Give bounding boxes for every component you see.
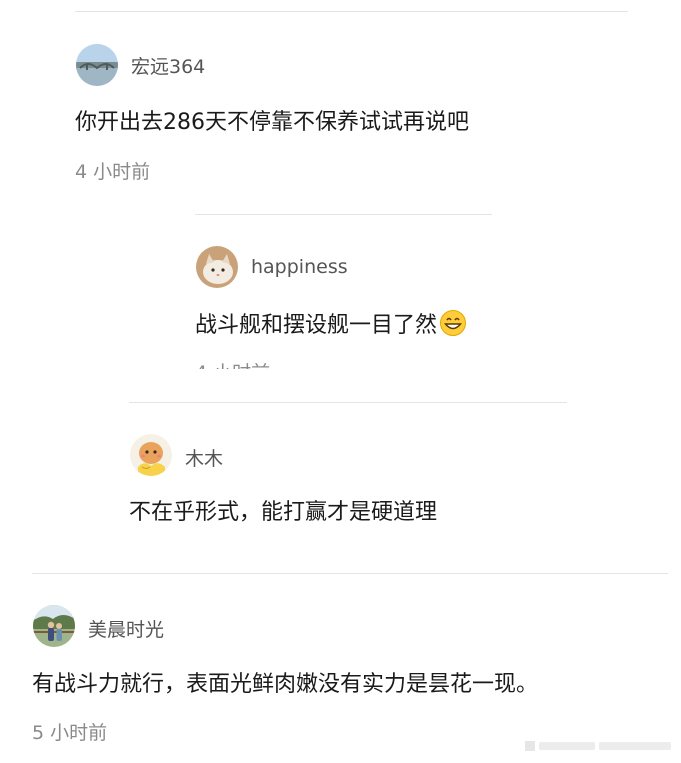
grinning-face-emoji-icon	[439, 309, 467, 343]
username[interactable]: 美晨时光	[88, 615, 164, 642]
timestamp-clip: 4 小时前	[195, 356, 395, 369]
username[interactable]: 木木	[185, 444, 223, 471]
username[interactable]: 宏远364	[131, 52, 205, 79]
comment-text: 你开出去286天不停靠不保养试试再说吧	[75, 110, 469, 135]
avatar[interactable]	[76, 44, 118, 86]
comment-text: 有战斗力就行，表面光鲜肉嫩没有实力是昙花一现。	[32, 672, 539, 697]
comment-text: 不在乎形式，能打赢才是硬道理	[129, 500, 438, 525]
avatar[interactable]	[33, 605, 75, 647]
comment-text: 战斗舰和摆设舰一目了然	[195, 307, 467, 343]
timestamp: 4 小时前	[75, 161, 151, 183]
divider	[195, 214, 492, 215]
divider	[32, 573, 668, 574]
avatar[interactable]	[130, 434, 172, 476]
username[interactable]: happiness	[251, 256, 348, 278]
comment-text-content: 战斗舰和摆设舰一目了然	[195, 313, 438, 338]
timestamp: 5 小时前	[32, 722, 108, 744]
divider	[75, 11, 628, 12]
timestamp: 4 小时前	[195, 358, 270, 369]
avatar[interactable]	[196, 246, 238, 288]
divider	[129, 402, 567, 403]
watermark-logo	[525, 737, 675, 755]
